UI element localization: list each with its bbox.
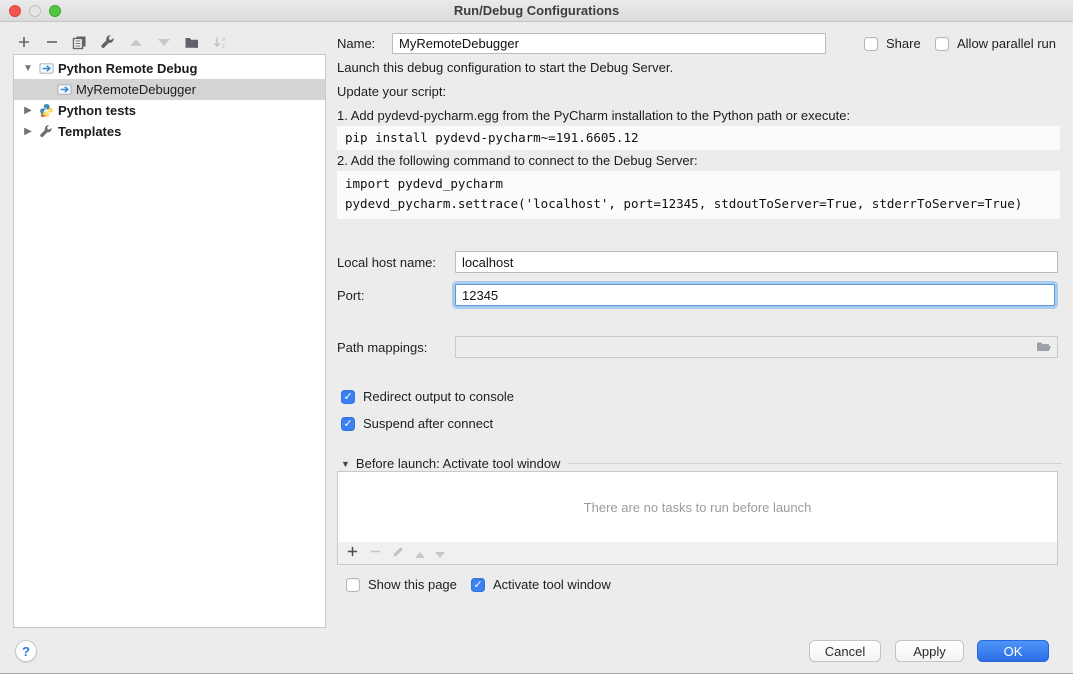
suspend-after-connect-row: Suspend after connect <box>341 416 493 431</box>
name-input[interactable] <box>392 33 826 54</box>
tree-item-templates[interactable]: ▶ Templates <box>14 121 325 142</box>
close-window-button[interactable] <box>9 5 21 17</box>
apply-button[interactable]: Apply <box>895 640 964 662</box>
settrace-code: import pydevd_pycharm pydevd_pycharm.set… <box>337 171 1060 219</box>
minimize-window-button[interactable] <box>29 5 41 17</box>
suspend-after-connect-checkbox[interactable] <box>341 417 355 431</box>
path-mappings-input[interactable] <box>455 336 1058 358</box>
move-down-icon[interactable] <box>154 33 173 52</box>
new-folder-icon[interactable] <box>182 33 201 52</box>
remove-icon[interactable] <box>42 33 61 52</box>
before-launch-toolbar <box>337 542 1058 565</box>
before-launch-header[interactable]: ▼ Before launch: Activate tool window <box>341 456 1062 471</box>
cancel-button[interactable]: Cancel <box>809 640 881 662</box>
allow-parallel-run-label: Allow parallel run <box>957 36 1056 51</box>
step-1-text: 1. Add pydevd-pycharm.egg from the PyCha… <box>337 108 850 123</box>
chevron-down-icon[interactable]: ▼ <box>20 63 36 74</box>
separator-line <box>568 463 1062 464</box>
help-question-mark: ? <box>22 644 30 659</box>
python-tests-icon <box>38 103 54 119</box>
activate-tool-window-checkbox[interactable] <box>471 578 485 592</box>
show-this-page-label: Show this page <box>368 577 457 592</box>
port-input[interactable] <box>455 284 1055 306</box>
zoom-window-button[interactable] <box>49 5 61 17</box>
add-icon[interactable] <box>14 33 33 52</box>
tree-item-label: Python tests <box>58 103 136 118</box>
local-host-name-input[interactable] <box>455 251 1058 273</box>
settrace-code-line-1: import pydevd_pycharm <box>345 174 1052 194</box>
remote-debug-icon <box>56 82 72 98</box>
tree-item-myremotedebugger[interactable]: MyRemoteDebugger <box>14 79 325 100</box>
copy-icon[interactable] <box>70 33 89 52</box>
move-down-icon[interactable] <box>435 546 445 561</box>
tree-item-label: MyRemoteDebugger <box>76 82 196 97</box>
pip-install-code: pip install pydevd-pycharm~=191.6605.12 <box>337 126 1060 150</box>
tree-item-label: Python Remote Debug <box>58 61 197 76</box>
share-checkbox-row: Share <box>864 36 921 51</box>
move-up-icon[interactable] <box>415 546 425 561</box>
suspend-after-connect-label: Suspend after connect <box>363 416 493 431</box>
wrench-icon <box>38 124 54 140</box>
activate-tool-window-label: Activate tool window <box>493 577 611 592</box>
step-2-text: 2. Add the following command to connect … <box>337 153 698 168</box>
description-line-2: Update your script: <box>337 84 446 99</box>
svg-text:z: z <box>221 43 224 50</box>
browse-folder-icon[interactable] <box>1036 340 1052 357</box>
path-mappings-label: Path mappings: <box>337 340 427 355</box>
empty-tasks-text: There are no tasks to run before launch <box>584 500 812 515</box>
tree-item-label: Templates <box>58 124 121 139</box>
configurations-toolbar: az <box>14 31 229 53</box>
before-launch-title: Before launch: Activate tool window <box>356 456 561 471</box>
allow-parallel-checkbox-row: Allow parallel run <box>935 36 1056 51</box>
settrace-code-line-2: pydevd_pycharm.settrace('localhost', por… <box>345 194 1052 214</box>
help-button[interactable]: ? <box>15 640 37 662</box>
chevron-right-icon[interactable]: ▶ <box>20 126 36 137</box>
tree-item-python-tests[interactable]: ▶ Python tests <box>14 100 325 121</box>
tree-item-python-remote-debug[interactable]: ▼ Python Remote Debug <box>14 58 325 79</box>
description-line-1: Launch this debug configuration to start… <box>337 60 673 75</box>
remove-icon[interactable] <box>369 545 382 561</box>
name-label: Name: <box>337 36 375 51</box>
activate-tool-window-row: Activate tool window <box>471 577 611 592</box>
redirect-output-label: Redirect output to console <box>363 389 514 404</box>
show-this-page-checkbox[interactable] <box>346 578 360 592</box>
svg-text:a: a <box>221 36 225 43</box>
add-icon[interactable] <box>346 545 359 561</box>
share-label: Share <box>886 36 921 51</box>
sort-alphabetically-icon[interactable]: az <box>210 33 229 52</box>
edit-pencil-icon[interactable] <box>392 545 405 561</box>
before-launch-tasks-list[interactable]: There are no tasks to run before launch <box>337 471 1058 543</box>
ok-button[interactable]: OK <box>977 640 1049 662</box>
chevron-down-icon[interactable]: ▼ <box>341 459 350 469</box>
move-up-icon[interactable] <box>126 33 145 52</box>
port-label: Port: <box>337 288 364 303</box>
chevron-right-icon[interactable]: ▶ <box>20 105 36 116</box>
edit-defaults-wrench-icon[interactable] <box>98 33 117 52</box>
local-host-name-label: Local host name: <box>337 255 436 270</box>
configuration-editor: Name: Share Allow parallel run Launch th… <box>337 0 1060 674</box>
remote-debug-icon <box>38 61 54 77</box>
allow-parallel-run-checkbox[interactable] <box>935 37 949 51</box>
show-this-page-row: Show this page <box>346 577 457 592</box>
share-checkbox[interactable] <box>864 37 878 51</box>
configurations-tree: ▼ Python Remote Debug MyRemoteDebugger ▶… <box>13 54 326 628</box>
redirect-output-checkbox[interactable] <box>341 390 355 404</box>
redirect-output-row: Redirect output to console <box>341 389 514 404</box>
